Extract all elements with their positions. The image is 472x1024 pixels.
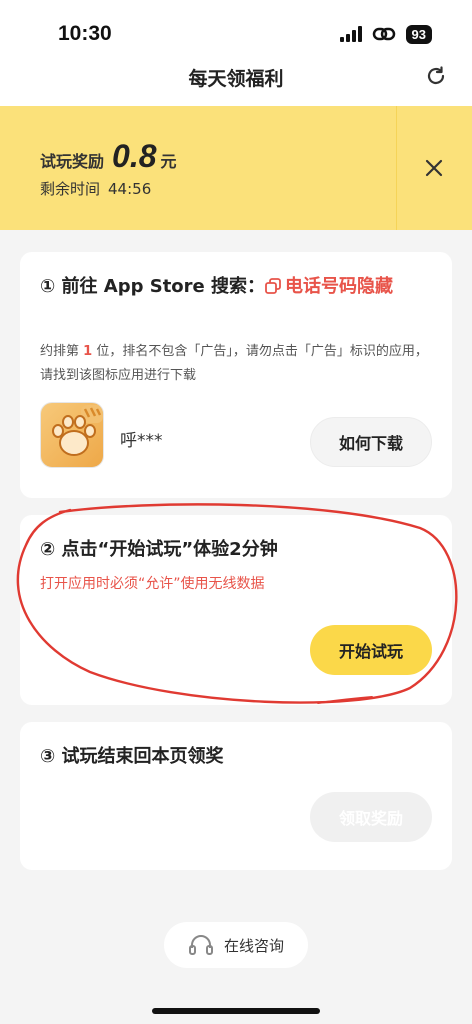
banner-divider bbox=[396, 106, 397, 230]
reward-banner: 试玩奖励 0.8 元 剩余时间 44:56 bbox=[0, 106, 472, 230]
reward-unit: 元 bbox=[160, 152, 177, 171]
signal-icon bbox=[339, 26, 362, 42]
reward-label: 试玩奖励 bbox=[40, 152, 105, 171]
online-consult-button[interactable]: 在线咨询 bbox=[164, 922, 308, 968]
search-keyword-text: 电话号码隐藏 bbox=[285, 276, 394, 297]
refresh-icon[interactable] bbox=[424, 64, 448, 88]
how-to-download-button[interactable]: 如何下载 bbox=[310, 417, 432, 467]
close-icon[interactable] bbox=[424, 158, 444, 178]
desc-suffix: 位，排名不包含「广告」，请勿点击「广告」标识的应用，请找到该图标应用进行下载 bbox=[40, 344, 428, 383]
status-icons: 93 bbox=[339, 24, 432, 44]
consult-label: 在线咨询 bbox=[223, 936, 284, 955]
reward-amount: 0.8 bbox=[112, 138, 157, 174]
start-trial-button[interactable]: 开始试玩 bbox=[310, 625, 432, 675]
paw-icon bbox=[52, 405, 103, 456]
step2-card: ② 点击“开始试玩”体验2分钟 打开应用时必须“允许”使用无线数据 开始试玩 bbox=[20, 515, 452, 705]
app-icon bbox=[40, 402, 104, 468]
copy-icon[interactable] bbox=[265, 278, 281, 294]
home-indicator bbox=[152, 1008, 320, 1014]
app-name: 呼*** bbox=[120, 431, 163, 451]
step3-card: ③ 试玩结束回本页领奖 领取奖励 bbox=[20, 722, 452, 870]
remaining-label: 剩余时间 bbox=[40, 180, 101, 198]
link-icon bbox=[372, 27, 395, 41]
desc-prefix: 约排第 bbox=[40, 344, 84, 359]
reward-row: 试玩奖励 0.8 元 bbox=[40, 138, 177, 175]
step1-description: 约排第 1 位，排名不包含「广告」，请勿点击「广告」标识的应用，请找到该图标应用… bbox=[40, 340, 432, 388]
page-title: 每天领福利 bbox=[188, 68, 284, 90]
step1-title-prefix: ① 前往 App Store 搜索： bbox=[40, 276, 266, 297]
nav-bar: 每天领福利 bbox=[0, 60, 472, 106]
step1-title: ① 前往 App Store 搜索： 电话号码隐藏 bbox=[40, 272, 432, 302]
remaining-time-row: 剩余时间 44:56 bbox=[40, 178, 151, 199]
step1-card: ① 前往 App Store 搜索： 电话号码隐藏 约排第 1 位，排名不包含「广… bbox=[20, 252, 452, 498]
remaining-time: 44:56 bbox=[108, 180, 152, 198]
headset-icon bbox=[188, 935, 213, 955]
status-bar: 10:30 93 bbox=[0, 0, 472, 60]
claim-reward-button[interactable]: 领取奖励 bbox=[310, 792, 432, 842]
search-keyword[interactable]: 电话号码隐藏 bbox=[265, 276, 393, 297]
battery-indicator: 93 bbox=[405, 24, 432, 44]
step2-title: ② 点击“开始试玩”体验2分钟 bbox=[40, 539, 278, 560]
status-time: 10:30 bbox=[58, 22, 112, 45]
step3-title: ③ 试玩结束回本页领奖 bbox=[40, 746, 224, 767]
step2-description: 打开应用时必须“允许”使用无线数据 bbox=[40, 576, 265, 592]
rank-number: 1 bbox=[83, 344, 93, 359]
